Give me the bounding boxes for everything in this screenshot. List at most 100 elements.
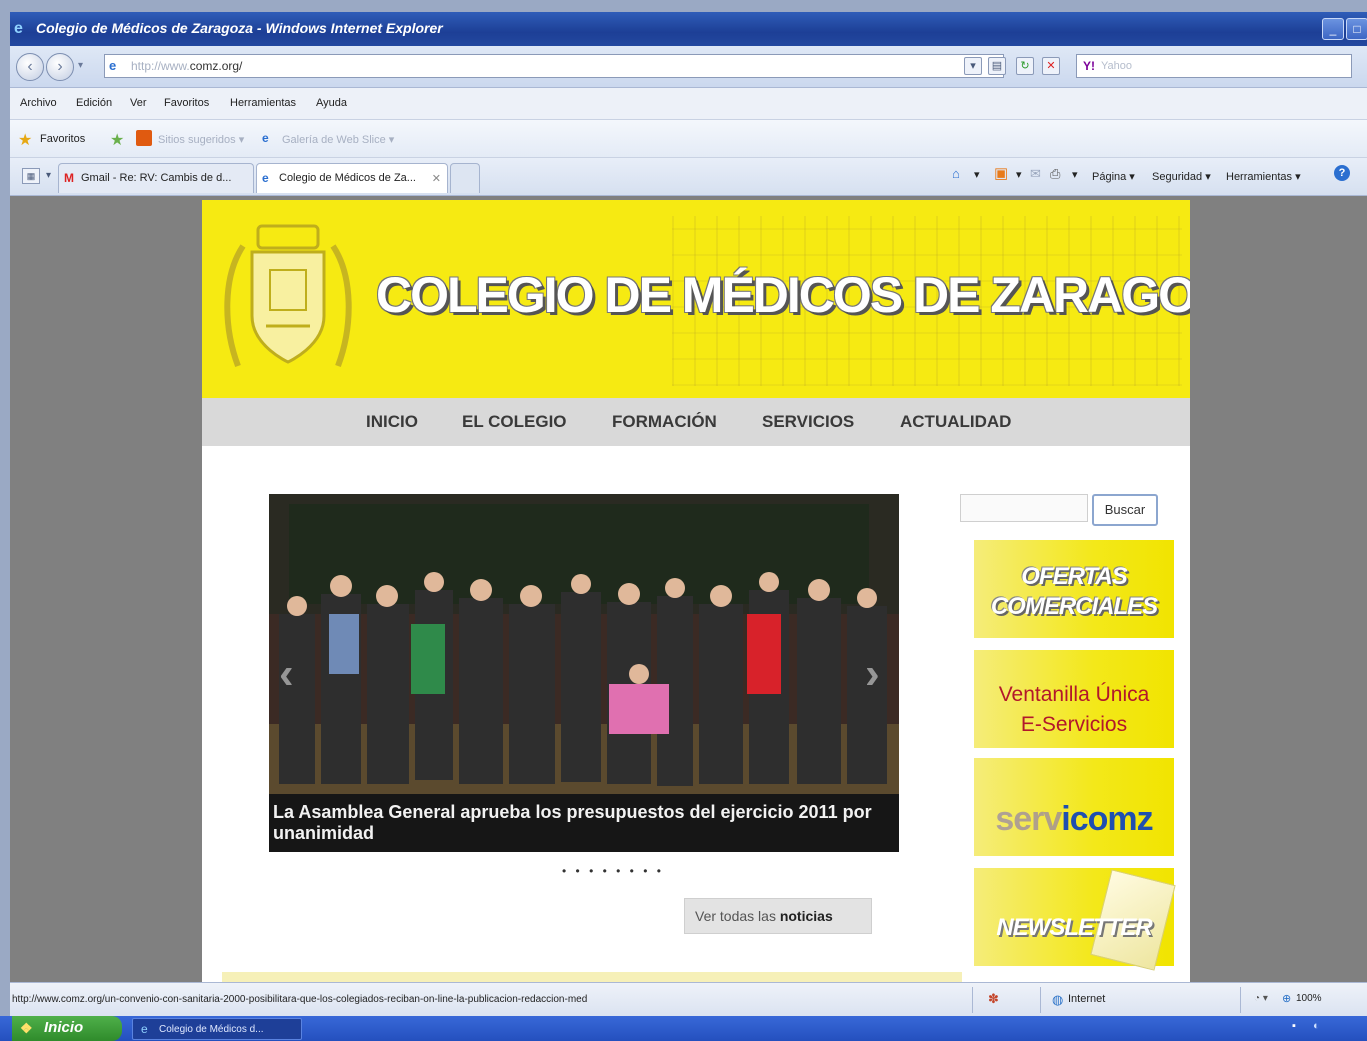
ofertas-comerciales-banner[interactable]: OFERTAS COMERCIALES [974, 540, 1174, 638]
refresh-icon[interactable]: ↻ [1016, 57, 1034, 75]
minimize-icon[interactable]: _ [1322, 18, 1344, 40]
network-icon[interactable]: ▪ [1292, 1020, 1296, 1032]
nav-formacion[interactable]: FORMACIÓN [612, 412, 717, 432]
feeds-dropdown-icon[interactable]: ▾ [1016, 168, 1022, 181]
status-separator [972, 987, 973, 1013]
help-icon[interactable]: ? [1334, 165, 1350, 181]
favorites-button[interactable]: Favoritos [40, 133, 85, 145]
menu-favoritos[interactable]: Favoritos [164, 97, 209, 109]
quick-tabs-icon[interactable]: ▦ [22, 168, 40, 184]
nav-actualidad[interactable]: ACTUALIDAD [900, 412, 1011, 432]
taskbar-item-label: Colegio de Médicos d... [159, 1024, 264, 1035]
slider-prev-arrow[interactable]: ‹ [279, 649, 294, 699]
ofertas-text: OFERTAS COMERCIALES [990, 563, 1158, 620]
news-slider: ‹ › La Asamblea General aprueba los pres… [269, 494, 899, 852]
popup-blocker-icon[interactable]: ◔ ▾ [1254, 993, 1268, 1004]
servicomz-logo: servicomz [995, 800, 1153, 838]
security-zone[interactable]: Internet [1068, 993, 1105, 1005]
tools-menu[interactable]: Herramientas ▾ [1226, 170, 1301, 183]
gmail-icon: M [64, 171, 74, 185]
web-slice-gallery-link[interactable]: Galería de Web Slice ▾ [282, 133, 394, 146]
back-button[interactable]: ‹ [16, 53, 44, 81]
all-news-button[interactable]: Ver todas las noticias [684, 898, 872, 934]
status-separator [1240, 987, 1241, 1013]
nav-el-colegio[interactable]: EL COLEGIO [462, 412, 567, 432]
suggested-sites-link[interactable]: Sitios sugeridos ▾ [158, 133, 244, 146]
safety-menu[interactable]: Seguridad ▾ [1152, 170, 1211, 183]
protected-mode-icon[interactable]: ✽ [988, 991, 999, 1007]
page-icon: e [109, 58, 117, 73]
slider-caption-bar: La Asamblea General aprueba los presupue… [269, 794, 899, 852]
tab-colegio[interactable]: e Colegio de Médicos de Za... ✕ [256, 163, 448, 193]
search-button[interactable]: Buscar [1092, 494, 1158, 526]
mail-icon[interactable]: ✉ [1030, 166, 1041, 182]
slider-dots[interactable]: • • • • • • • • [562, 864, 664, 878]
yahoo-icon: Y! [1083, 59, 1095, 73]
all-news-prefix: Ver todas las [695, 908, 780, 924]
volume-icon[interactable]: ◐ [1313, 1020, 1320, 1032]
address-url: http://www.comz.org/ [131, 59, 243, 73]
add-favorite-icon[interactable]: ★ [110, 130, 124, 150]
window-title-bar: e Colegio de Médicos de Zaragoza - Windo… [10, 12, 1367, 46]
search-placeholder: Yahoo [1101, 60, 1132, 72]
browser-viewport: COLEGIO DE MÉDICOS DE ZARAGOZA INICIO EL… [10, 196, 1367, 982]
site-title: COLEGIO DE MÉDICOS DE ZARAGOZA [376, 267, 1190, 323]
system-tray: ▪ ◐ [1292, 1020, 1320, 1032]
tab-label: Colegio de Médicos de Za... [279, 172, 416, 184]
compatibility-view-icon[interactable]: ▤ [988, 57, 1006, 75]
start-label: Inicio [44, 1019, 84, 1036]
print-icon[interactable]: ⎙ [1050, 166, 1060, 182]
taskbar-item-ie[interactable]: e Colegio de Médicos d... [132, 1018, 302, 1040]
internet-zone-icon: ◍ [1052, 992, 1064, 1007]
tab-list-icon[interactable]: ▾ [46, 170, 51, 181]
close-tab-icon[interactable]: ✕ [432, 172, 441, 185]
slider-next-arrow[interactable]: › [865, 649, 880, 699]
newsletter-banner[interactable]: NEWSLETTER [974, 868, 1176, 971]
ie-page-icon: e [262, 171, 269, 185]
suggested-sites-icon [136, 130, 152, 146]
zoom-level[interactable]: 100% [1296, 993, 1322, 1004]
menu-bar: Archivo Edición Ver Favoritos Herramient… [10, 88, 1367, 120]
menu-herramientas[interactable]: Herramientas [230, 97, 296, 109]
search-box[interactable]: Y! Yahoo [1076, 54, 1352, 78]
address-dropdown-icon[interactable]: ▾ [964, 57, 982, 75]
ventanilla-unica-banner[interactable]: Ventanilla Única E-Servicios [974, 650, 1174, 748]
home-icon[interactable]: ⌂ [952, 166, 960, 181]
menu-archivo[interactable]: Archivo [20, 97, 57, 109]
favorites-bar: ★ Favoritos ★ Sitios sugeridos ▾ e Galer… [10, 120, 1367, 158]
status-bar: http://www.comz.org/un-convenio-con-sani… [10, 982, 1367, 1016]
stop-icon[interactable]: ✕ [1042, 57, 1060, 75]
feeds-icon[interactable]: ▣ [994, 164, 1008, 182]
slider-caption[interactable]: La Asamblea General aprueba los presupue… [273, 802, 893, 844]
address-field[interactable]: e http://www.comz.org/ [104, 54, 1004, 78]
address-row: ‹ › ▾ e http://www.comz.org/ ▾ ▤ ↻ ✕ Y! … [10, 46, 1367, 88]
web-slice-icon: e [262, 131, 269, 145]
menu-ver[interactable]: Ver [130, 97, 147, 109]
page-menu[interactable]: Página ▾ [1092, 170, 1135, 183]
servicomz-banner[interactable]: servicomz [974, 758, 1174, 856]
forward-button[interactable]: › [46, 53, 74, 81]
maximize-icon[interactable]: □ [1346, 18, 1367, 40]
menu-edicion[interactable]: Edición [76, 97, 112, 109]
website: COLEGIO DE MÉDICOS DE ZARAGOZA INICIO EL… [202, 200, 1190, 982]
nav-servicios[interactable]: SERVICIOS [762, 412, 854, 432]
zoom-icon: ⊕ [1282, 993, 1292, 1005]
start-button[interactable]: ❖ Inicio [12, 1016, 122, 1041]
taskbar: ❖ Inicio e Colegio de Médicos d... ▪ ◐ [0, 1016, 1367, 1041]
status-separator [1040, 987, 1041, 1013]
home-dropdown-icon[interactable]: ▾ [974, 168, 980, 181]
history-dropdown-icon[interactable]: ▾ [78, 60, 83, 71]
newsletter-text: NEWSLETTER [996, 914, 1152, 941]
new-tab-button[interactable] [450, 163, 480, 193]
main-nav: INICIO EL COLEGIO FORMACIÓN SERVICIOS AC… [202, 398, 1190, 446]
group-photo[interactable] [269, 494, 899, 794]
tab-gmail[interactable]: M Gmail - Re: RV: Cambis de d... [58, 163, 254, 193]
nav-inicio[interactable]: INICIO [366, 412, 418, 432]
footer-strip [222, 972, 962, 982]
site-search-input[interactable] [960, 494, 1088, 522]
menu-ayuda[interactable]: Ayuda [316, 97, 347, 109]
print-dropdown-icon[interactable]: ▾ [1072, 168, 1078, 181]
all-news-bold: noticias [779, 908, 833, 924]
tab-label: Gmail - Re: RV: Cambis de d... [81, 172, 232, 184]
ie-logo-icon: e [141, 1022, 148, 1036]
